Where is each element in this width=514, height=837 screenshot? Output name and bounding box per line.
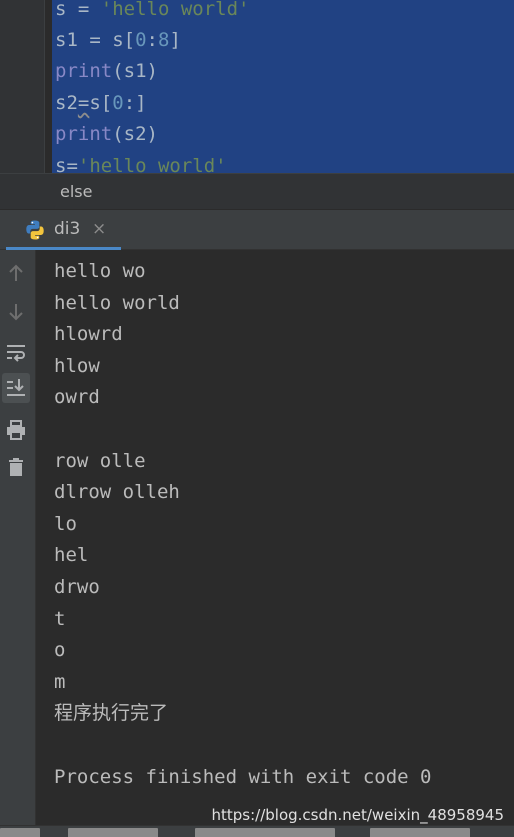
- tab-di3[interactable]: di3 ×: [6, 210, 121, 250]
- console-line: drwo: [54, 576, 100, 598]
- code-line: s='hello world': [55, 154, 227, 173]
- code-token: 'hello world': [77, 155, 227, 173]
- tab-label: di3: [54, 219, 81, 239]
- console-output[interactable]: hello wo hello world hlowrd hlow owrd row oll…: [37, 250, 514, 825]
- console-line: dlrow olleh: [54, 481, 180, 504]
- editor-gutter: [0, 0, 45, 173]
- code-token: =: [77, 92, 90, 114]
- code-token: 'hello world': [100, 0, 250, 20]
- strip-item[interactable]: [195, 828, 335, 837]
- scroll-to-end-icon[interactable]: [2, 373, 30, 403]
- text-selection: [52, 0, 514, 173]
- code-line: print(s1): [55, 59, 158, 83]
- code-token: 0: [112, 92, 124, 114]
- trash-icon[interactable]: [2, 452, 30, 482]
- code-line: s1 = s[0:8]: [55, 28, 181, 52]
- arrow-up-icon[interactable]: [2, 258, 30, 288]
- run-tool-window-tabs: di3 ×: [0, 210, 514, 250]
- code-token: print: [55, 60, 113, 82]
- console-line: o: [54, 639, 66, 662]
- code-token: print: [55, 123, 113, 145]
- console-line: hello world: [54, 291, 180, 314]
- print-icon[interactable]: [2, 415, 30, 445]
- code-editor[interactable]: s = 'hello world' s1 = s[0:8] print(s1) s2=…: [0, 0, 514, 173]
- breadcrumb-item[interactable]: else: [60, 182, 92, 201]
- console-line: t: [54, 607, 66, 630]
- console-line: Process finished with exit code 0: [54, 765, 432, 788]
- soft-wrap-icon[interactable]: [2, 337, 30, 367]
- code-token: (s2): [112, 123, 158, 145]
- console-line: hel: [54, 544, 89, 567]
- code-token: :]: [123, 92, 147, 114]
- code-token: :: [146, 29, 158, 51]
- watermark: https://blog.csdn.net/weixin_48958945: [211, 806, 504, 824]
- code-token: s=: [55, 155, 78, 173]
- strip-item[interactable]: [0, 828, 40, 837]
- code-token: 0: [135, 29, 147, 51]
- console-line: hello wo: [54, 260, 146, 282]
- code-token: s =: [55, 0, 101, 20]
- code-line: s = 'hello world': [55, 0, 249, 21]
- console-line: hlow: [54, 354, 100, 377]
- code-token: s1 = s[: [55, 29, 136, 51]
- code-token: 8: [157, 29, 170, 51]
- strip-item[interactable]: [68, 828, 158, 837]
- strip-item[interactable]: [370, 828, 470, 837]
- arrow-down-icon[interactable]: [2, 297, 30, 327]
- code-line: s2=s[0:]: [55, 91, 147, 115]
- console-line: lo: [54, 512, 77, 535]
- console-line: 程序执行完了: [54, 702, 169, 725]
- console-line: m: [54, 670, 66, 693]
- code-token: s2: [55, 92, 78, 114]
- breadcrumb: else: [0, 173, 514, 210]
- code-line: print(s2): [55, 122, 158, 146]
- code-token: (s1): [112, 60, 158, 82]
- console-line: owrd: [54, 386, 100, 409]
- console-toolbar: [0, 250, 36, 825]
- console-line: hlowrd: [54, 323, 123, 346]
- code-token: ]: [169, 29, 181, 51]
- console-line: row olle: [54, 449, 146, 472]
- close-icon[interactable]: ×: [92, 219, 106, 239]
- python-icon: [26, 220, 44, 240]
- bottom-tool-strip: [0, 825, 514, 837]
- code-token: s[: [89, 92, 113, 114]
